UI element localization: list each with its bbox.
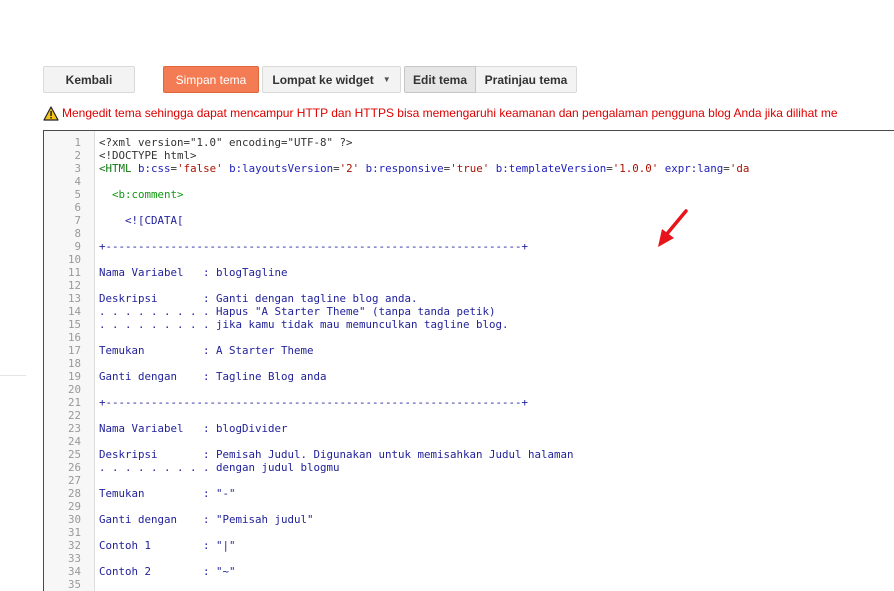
code-line: 11 Nama Variabel : blogTagline: [68, 266, 749, 279]
line-number: 33: [67, 552, 81, 565]
line-number: 24: [67, 435, 81, 448]
warning-text: Mengedit tema sehingga dapat mencampur H…: [62, 106, 838, 120]
line-number: 32: [67, 539, 81, 552]
code-editor[interactable]: 1 <?xml version="1.0" encoding="UTF-8" ?>…: [43, 130, 894, 591]
line-number: 17: [67, 344, 81, 357]
code-line: 15 . . . . . . . . . jika kamu tidak mau …: [68, 318, 749, 331]
jump-to-widget-label: Lompat ke widget: [272, 72, 374, 87]
line-number: 34: [67, 565, 81, 578]
line-number: 23: [67, 422, 81, 435]
mixed-content-warning: Mengedit tema sehingga dapat mencampur H…: [43, 104, 894, 122]
code-text: Nama Variabel : blogDivider: [99, 422, 288, 435]
line-number: 14: [67, 305, 81, 318]
line-number: 26: [67, 461, 81, 474]
code-line: 4: [74, 175, 749, 188]
code-text: Deskripsi : Pemisah Judul. Digunakan unt…: [99, 448, 574, 461]
line-number: 7: [74, 214, 81, 227]
code-line: 17 Temukan : A Starter Theme: [68, 344, 749, 357]
code-line: 23 Nama Variabel : blogDivider: [68, 422, 749, 435]
code-text: <b:comment>: [99, 188, 184, 201]
back-button[interactable]: Kembali: [43, 66, 135, 93]
code-text: Temukan : "-": [99, 487, 236, 500]
line-number: 25: [67, 448, 81, 461]
code-text: +---------------------------------------…: [99, 396, 529, 409]
divider: [0, 375, 26, 376]
code-line: 33: [68, 552, 749, 565]
line-number: 5: [74, 188, 81, 201]
code-text: <HTML b:css='false' b:layoutsVersion='2'…: [99, 162, 750, 175]
line-number: 18: [67, 357, 81, 370]
code-line: 18: [68, 357, 749, 370]
code-line: 1 <?xml version="1.0" encoding="UTF-8" ?>: [74, 136, 749, 149]
code-line: 35: [68, 578, 749, 591]
line-number: 29: [67, 500, 81, 513]
save-theme-button[interactable]: Simpan tema: [163, 66, 259, 93]
caret-down-icon: ▼: [382, 75, 391, 84]
code-line: 25 Deskripsi : Pemisah Judul. Digunakan u…: [68, 448, 749, 461]
line-number: 16: [67, 331, 81, 344]
line-number: 1: [74, 136, 81, 149]
line-number: 8: [74, 227, 81, 240]
line-number: 3: [74, 162, 81, 175]
red-arrow-icon: [658, 209, 688, 247]
code-text: <?xml version="1.0" encoding="UTF-8" ?>: [99, 136, 353, 149]
code-line: 2 <!DOCTYPE html>: [74, 149, 749, 162]
line-number: 15: [67, 318, 81, 331]
line-number: 22: [67, 409, 81, 422]
code-text: Ganti dengan : Tagline Blog anda: [99, 370, 327, 383]
line-number: 27: [67, 474, 81, 487]
code-line: 28 Temukan : "-": [68, 487, 749, 500]
warning-triangle-icon: [43, 105, 59, 121]
line-number: 10: [67, 253, 81, 266]
code-line: 10: [68, 253, 749, 266]
code-text: <!DOCTYPE html>: [99, 149, 197, 162]
code-line: 34 Contoh 2 : "~": [68, 565, 749, 578]
code-line: 16: [68, 331, 749, 344]
code-text: . . . . . . . . . dengan judul blogmu: [99, 461, 340, 474]
code-text: Deskripsi : Ganti dengan tagline blog an…: [99, 292, 418, 305]
code-line: 29: [68, 500, 749, 513]
code-text: Nama Variabel : blogTagline: [99, 266, 288, 279]
code-line: 12: [68, 279, 749, 292]
line-number: 21: [67, 396, 81, 409]
code-text: Ganti dengan : "Pemisah judul": [99, 513, 314, 526]
line-number: 2: [74, 149, 81, 162]
code-line: 3 <HTML b:css='false' b:layoutsVersion='2…: [74, 162, 750, 175]
code-line: 14 . . . . . . . . . Hapus "A Starter The…: [68, 305, 749, 318]
code-text: +---------------------------------------…: [99, 240, 529, 253]
edit-theme-tab[interactable]: Edit tema: [404, 66, 476, 93]
code-text: Temukan : A Starter Theme: [99, 344, 314, 357]
jump-to-widget-dropdown[interactable]: Lompat ke widget ▼: [262, 66, 401, 93]
code-line: 31: [68, 526, 749, 539]
code-text: . . . . . . . . . Hapus "A Starter Theme…: [99, 305, 496, 318]
code-line: 22: [68, 409, 749, 422]
line-number: 35: [67, 578, 81, 591]
code-line: 21 +-------------------------------------…: [68, 396, 749, 409]
line-number: 12: [67, 279, 81, 292]
line-number: 30: [67, 513, 81, 526]
line-number: 19: [67, 370, 81, 383]
code-text: . . . . . . . . . jika kamu tidak mau me…: [99, 318, 509, 331]
code-line: 24: [68, 435, 749, 448]
code-text: Contoh 2 : "~": [99, 565, 236, 578]
code-text: <![CDATA[: [99, 214, 184, 227]
code-line: 32 Contoh 1 : "|": [68, 539, 749, 552]
code-line: 5 <b:comment>: [74, 188, 749, 201]
code-line: 13 Deskripsi : Ganti dengan tagline blog …: [68, 292, 749, 305]
line-number: 9: [74, 240, 81, 253]
code-line: 27: [68, 474, 749, 487]
line-number: 11: [67, 266, 81, 279]
line-number: 6: [74, 201, 81, 214]
code-text: Contoh 1 : "|": [99, 539, 236, 552]
line-number: 4: [74, 175, 81, 188]
code-line: 20: [68, 383, 749, 396]
code-line: 30 Ganti dengan : "Pemisah judul": [68, 513, 749, 526]
line-number: 13: [67, 292, 81, 305]
code-line: 19 Ganti dengan : Tagline Blog anda: [68, 370, 749, 383]
line-number: 20: [67, 383, 81, 396]
line-number: 28: [67, 487, 81, 500]
code-line: 26 . . . . . . . . . dengan judul blogmu: [68, 461, 749, 474]
preview-theme-tab[interactable]: Pratinjau tema: [476, 66, 577, 93]
line-number: 31: [67, 526, 81, 539]
